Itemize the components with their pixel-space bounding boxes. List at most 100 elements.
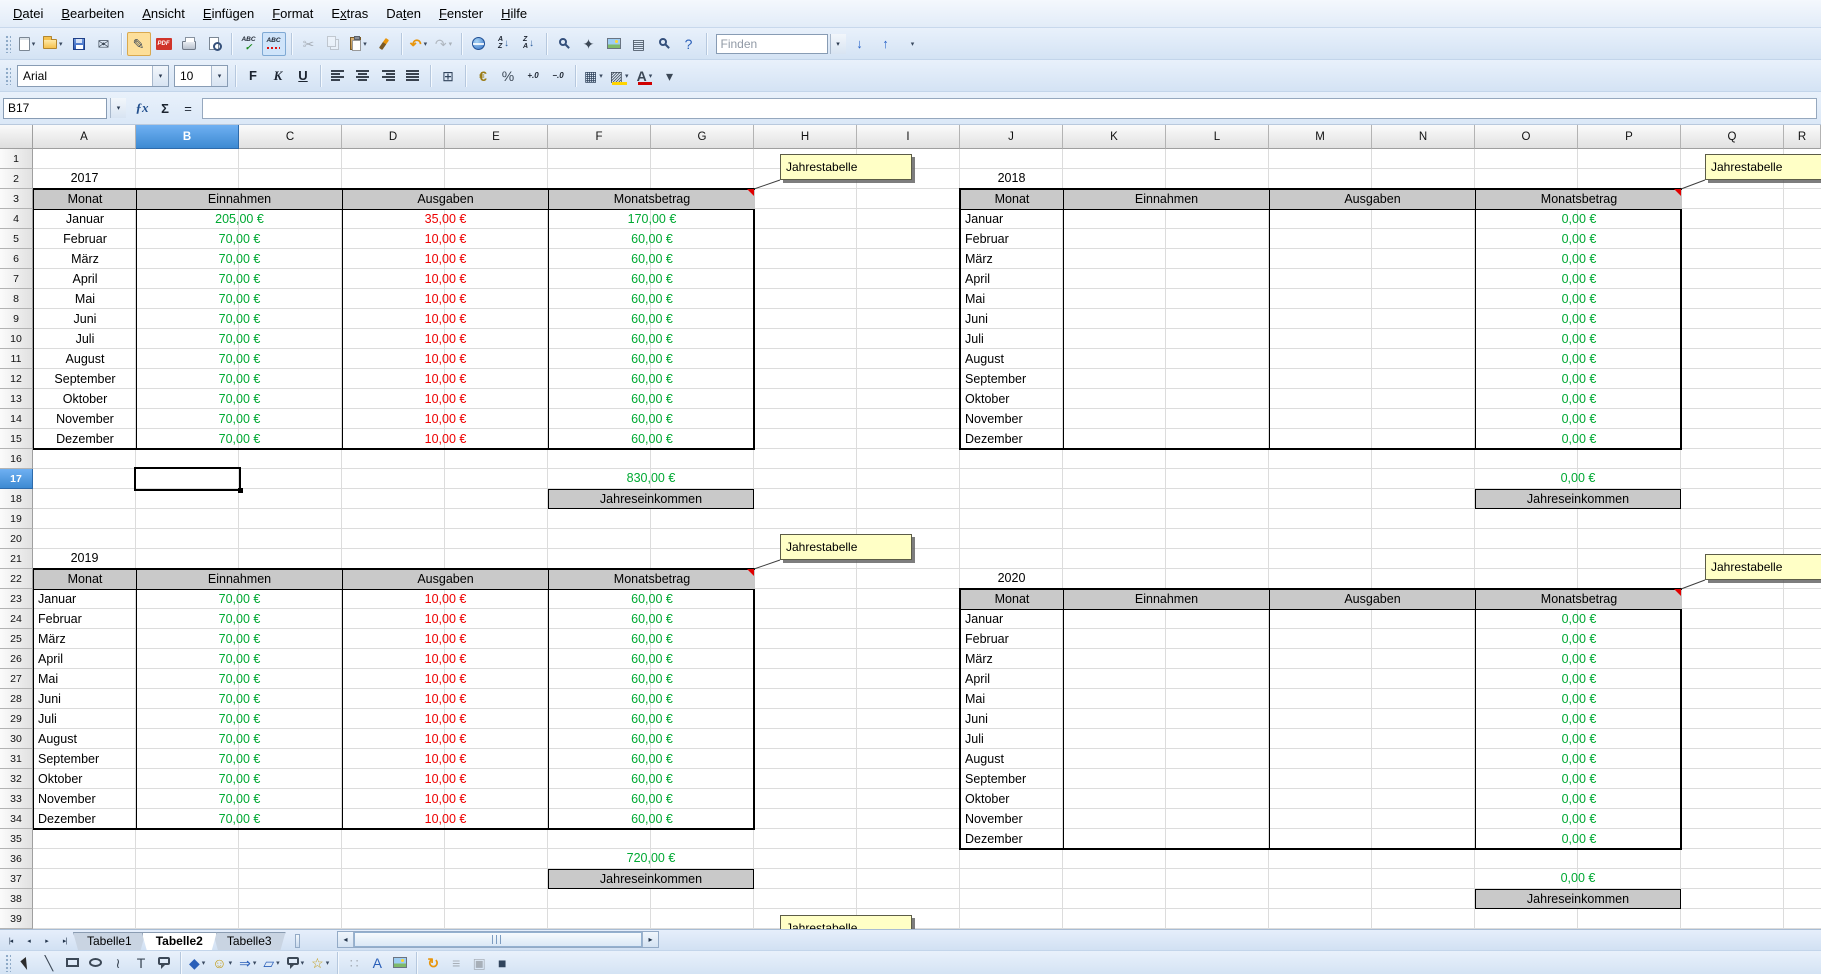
navigator-button[interactable]: ✦ [577, 32, 601, 56]
month-cell[interactable]: August [34, 730, 137, 750]
ausgaben-cell[interactable] [1270, 690, 1476, 710]
monatsbetrag-cell[interactable]: 0,00 € [1476, 370, 1682, 390]
row-header-18[interactable]: 18 [0, 489, 33, 509]
month-cell[interactable]: April [961, 270, 1064, 290]
menu-item-format[interactable]: Format [263, 2, 322, 25]
align-justify-button[interactable] [401, 64, 425, 88]
table-header-cell[interactable]: Monat [961, 190, 1064, 210]
dropdown-arrow-icon[interactable]: ▾ [59, 40, 63, 48]
dropdown-arrow-icon[interactable]: ▾ [32, 40, 36, 48]
monatsbetrag-cell[interactable]: 0,00 € [1476, 710, 1682, 730]
month-cell[interactable]: November [961, 410, 1064, 430]
dropdown-arrow-icon[interactable]: ▾ [229, 959, 233, 967]
month-cell[interactable]: April [961, 670, 1064, 690]
einnahmen-cell[interactable] [1064, 810, 1270, 830]
ausgaben-cell[interactable] [1270, 770, 1476, 790]
row-header-19[interactable]: 19 [0, 509, 33, 529]
einnahmen-cell[interactable] [1064, 670, 1270, 690]
row-header-6[interactable]: 6 [0, 249, 33, 269]
einnahmen-cell[interactable] [1064, 650, 1270, 670]
table-header-cell[interactable]: Ausgaben [343, 570, 549, 590]
month-cell[interactable]: November [961, 810, 1064, 830]
monatsbetrag-cell[interactable]: 0,00 € [1476, 790, 1682, 810]
sheet-tab-tabelle2[interactable]: Tabelle2 [142, 932, 217, 950]
monatsbetrag-cell[interactable]: 60,00 € [549, 310, 755, 330]
month-cell[interactable]: Juli [34, 710, 137, 730]
toolbar-grip[interactable] [5, 67, 11, 85]
month-cell[interactable]: Oktober [961, 390, 1064, 410]
monatsbetrag-cell[interactable]: 0,00 € [1476, 330, 1682, 350]
month-cell[interactable]: Dezember [34, 810, 137, 830]
number-percent-button[interactable]: % [496, 64, 520, 88]
basic-shapes-button[interactable]: ◆▾ [186, 953, 208, 973]
month-cell[interactable]: Juni [34, 690, 137, 710]
monatsbetrag-cell[interactable]: 60,00 € [549, 670, 755, 690]
month-cell[interactable]: August [34, 350, 137, 370]
einnahmen-cell[interactable] [1064, 390, 1270, 410]
monatsbetrag-cell[interactable]: 60,00 € [549, 370, 755, 390]
number-currency-button[interactable]: € [471, 64, 495, 88]
einnahmen-cell[interactable] [1064, 330, 1270, 350]
dropdown-arrow-icon[interactable]: ▾ [649, 72, 653, 80]
ausgaben-cell[interactable]: 10,00 € [343, 650, 549, 670]
row-header-30[interactable]: 30 [0, 729, 33, 749]
column-header-N[interactable]: N [1372, 125, 1475, 149]
month-cell[interactable]: Juni [961, 710, 1064, 730]
row-header-3[interactable]: 3 [0, 189, 33, 209]
ausgaben-cell[interactable]: 10,00 € [343, 350, 549, 370]
font-color-button[interactable]: A▾ [633, 64, 657, 88]
stars-button[interactable]: ☆▾ [308, 953, 332, 973]
month-cell[interactable]: Oktober [34, 770, 137, 790]
monatsbetrag-cell[interactable]: 60,00 € [549, 730, 755, 750]
monatsbetrag-cell[interactable]: 0,00 € [1476, 650, 1682, 670]
table-header-cell[interactable]: Monatsbetrag [549, 570, 755, 590]
row-header-34[interactable]: 34 [0, 809, 33, 829]
month-cell[interactable]: September [961, 770, 1064, 790]
add-decimal-button[interactable]: +.0 [521, 64, 545, 88]
menu-item-bearbeiten[interactable]: Bearbeiten [52, 2, 133, 25]
ausgaben-cell[interactable] [1270, 630, 1476, 650]
monatsbetrag-cell[interactable]: 0,00 € [1476, 730, 1682, 750]
ausgaben-cell[interactable]: 10,00 € [343, 310, 549, 330]
jahreseinkommen-label[interactable]: Jahreseinkommen [1475, 489, 1681, 509]
dropdown-arrow-icon[interactable]: ▾ [625, 72, 629, 80]
einnahmen-cell[interactable]: 70,00 € [137, 430, 343, 450]
clone-formatting-button[interactable] [372, 32, 396, 56]
monatsbetrag-cell[interactable]: 0,00 € [1476, 250, 1682, 270]
month-cell[interactable]: März [961, 250, 1064, 270]
menu-item-extras[interactable]: Extras [322, 2, 377, 25]
monatsbetrag-cell[interactable]: 60,00 € [549, 690, 755, 710]
ausgaben-cell[interactable]: 10,00 € [343, 730, 549, 750]
column-header-H[interactable]: H [754, 125, 857, 149]
month-cell[interactable]: September [34, 370, 137, 390]
month-cell[interactable]: November [34, 790, 137, 810]
open-button[interactable]: ▾ [40, 32, 66, 56]
find-input[interactable] [716, 34, 828, 54]
einnahmen-cell[interactable] [1064, 290, 1270, 310]
jahreseinkommen-total[interactable]: 0,00 € [1475, 469, 1681, 489]
einnahmen-cell[interactable]: 205,00 € [137, 210, 343, 230]
month-cell[interactable]: Mai [961, 690, 1064, 710]
formula-button[interactable]: = [177, 98, 199, 119]
row-header-29[interactable]: 29 [0, 709, 33, 729]
ausgaben-cell[interactable]: 10,00 € [343, 690, 549, 710]
einnahmen-cell[interactable] [1064, 250, 1270, 270]
monatsbetrag-cell[interactable]: 0,00 € [1476, 230, 1682, 250]
monatsbetrag-cell[interactable]: 60,00 € [549, 270, 755, 290]
formula-input[interactable] [202, 98, 1817, 119]
comment-note[interactable]: Jahrestabelle [780, 534, 912, 560]
einnahmen-cell[interactable] [1064, 430, 1270, 450]
ausgaben-cell[interactable] [1270, 810, 1476, 830]
toolbar-grip[interactable] [5, 954, 11, 972]
einnahmen-cell[interactable] [1064, 310, 1270, 330]
monatsbetrag-cell[interactable]: 0,00 € [1476, 430, 1682, 450]
select-all-corner[interactable] [0, 125, 33, 149]
monatsbetrag-cell[interactable]: 0,00 € [1476, 750, 1682, 770]
column-header-O[interactable]: O [1475, 125, 1578, 149]
monatsbetrag-cell[interactable]: 60,00 € [549, 350, 755, 370]
month-cell[interactable]: Juli [34, 330, 137, 350]
einnahmen-cell[interactable] [1064, 710, 1270, 730]
ausgaben-cell[interactable]: 10,00 € [343, 630, 549, 650]
tab-split-handle[interactable] [295, 934, 300, 948]
einnahmen-cell[interactable]: 70,00 € [137, 250, 343, 270]
